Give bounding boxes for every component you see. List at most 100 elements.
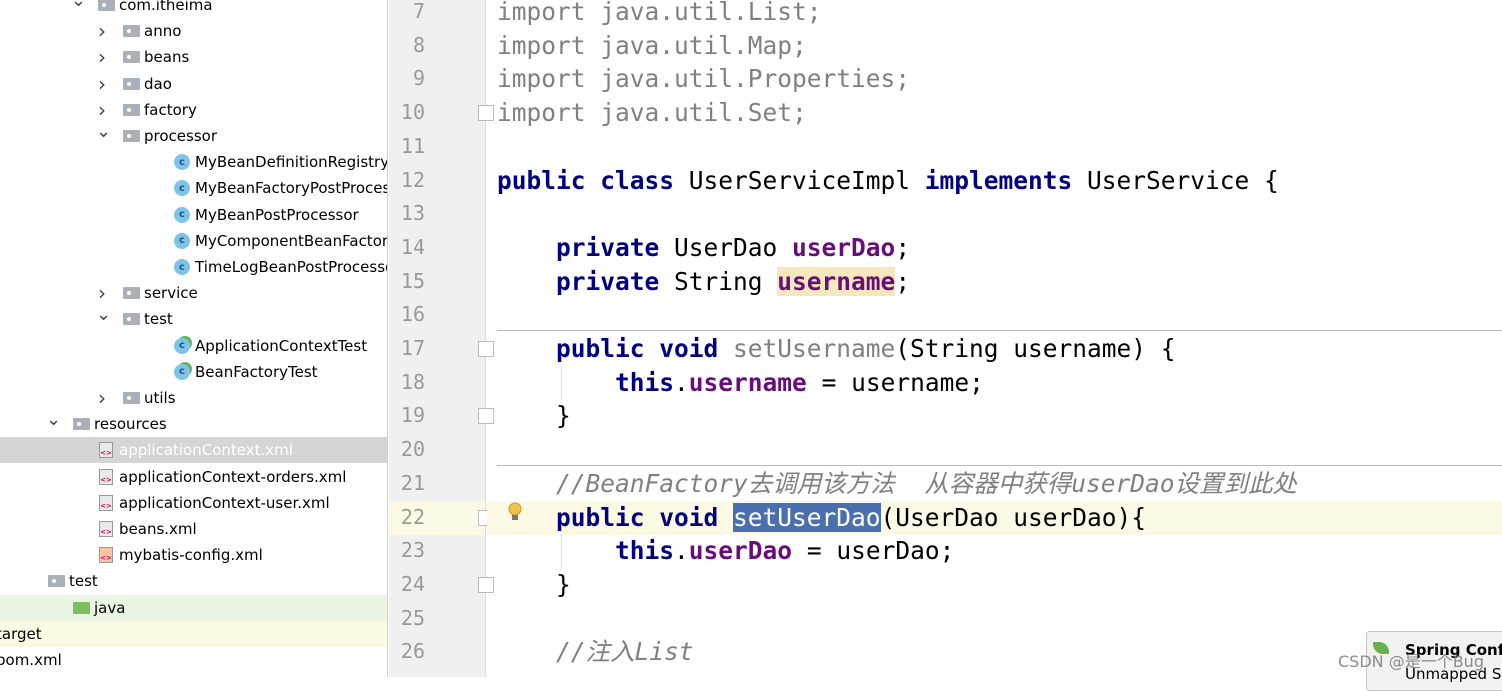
tree-item[interactable]: java [0, 594, 387, 621]
tree-item[interactable]: ⌄ com.itheima [0, 0, 387, 18]
tree-item[interactable]: c BeanFactoryTest [0, 359, 387, 385]
tree-item[interactable]: <> applicationContext-user.xml [0, 490, 387, 516]
code-line[interactable]: import java.util.List; [497, 0, 822, 29]
code-line[interactable]: //注入List [497, 635, 694, 669]
tree-item[interactable]: › beans [0, 44, 387, 70]
chevron-down-icon[interactable]: ⌄ [96, 304, 111, 325]
chevron-right-icon[interactable]: › [96, 45, 108, 69]
tree-item[interactable]: <> beans.xml [0, 516, 387, 542]
code-line[interactable]: } [497, 399, 571, 433]
tree-item[interactable]: ⌄ resources [0, 409, 387, 437]
tree-item[interactable]: cMyComponentBeanFactoryPostProcessor [0, 228, 387, 254]
code-line[interactable]: import java.util.Map; [497, 29, 807, 63]
tree-item[interactable]: <> applicationContext-orders.xml [0, 464, 387, 490]
tree-item-label: processor [144, 127, 217, 145]
lightbulb-icon[interactable] [508, 502, 522, 522]
test-class-icon: c [173, 363, 191, 380]
code-line[interactable]: } [497, 568, 571, 602]
code-token: . [674, 367, 689, 397]
tree-item-label: applicationContext.xml [119, 441, 293, 460]
code-token: (String username) { [895, 334, 1176, 363]
chevron-right-icon[interactable]: › [96, 386, 108, 410]
line-number: 13 [400, 201, 425, 226]
code-token: public void [556, 502, 734, 532]
code-token: = userDao; [792, 536, 955, 566]
tree-item[interactable]: ⌄ test [0, 304, 387, 332]
code-line[interactable]: public class UserServiceImpl implements … [497, 164, 1279, 198]
tree-item[interactable]: <> mybatis-config.xml [0, 542, 387, 568]
code-editor[interactable]: import java.util.List; import java.util.M… [487, 0, 1502, 677]
code-line[interactable]: private String username; [497, 265, 910, 299]
code-token: import [497, 98, 601, 128]
code-line[interactable]: //BeanFactory去调用该方法 从容器中获得userDao设置到此处 [497, 467, 1297, 501]
tree-item[interactable]: › anno [0, 18, 387, 44]
line-number: 7 [412, 0, 425, 23]
code-token: public class [497, 165, 689, 195]
project-tree[interactable]: ⌄ com.itheima › anno › beans › dao › factory ⌄ proc… [0, 0, 388, 677]
tree-item[interactable]: › factory [0, 97, 387, 123]
tree-item[interactable]: c MyBeanPostProcessor [0, 202, 387, 228]
tree-item-label: java [94, 598, 126, 617]
code-token: java.util.Map; [600, 30, 807, 60]
tree-item[interactable]: <> applicationContext.xml [0, 437, 387, 464]
tree-item-label: com.itheima [119, 0, 213, 14]
tree-item-label: service [144, 284, 198, 303]
tree-item[interactable]: ⌄ processor [0, 121, 387, 149]
tree-item[interactable]: › service [0, 280, 387, 306]
code-line[interactable]: public void setUsername(String username)… [497, 332, 1176, 366]
code-token: ; [895, 232, 911, 262]
tree-item[interactable]: c ApplicationContextTest [0, 333, 387, 359]
code-token: implements [924, 165, 1088, 195]
code-token: (UserDao userDao){ [880, 502, 1147, 532]
tree-item[interactable]: cMyBeanDefinitionRegistryPostProcessor [0, 149, 387, 175]
folder-icon [122, 129, 140, 143]
chevron-right-icon[interactable]: › [96, 281, 108, 305]
chevron-right-icon[interactable]: › [96, 98, 108, 122]
tree-item[interactable]: c TimeLogBeanPostProcessor [0, 254, 388, 280]
code-token: UserDao [674, 232, 793, 262]
chevron-right-icon[interactable]: › [96, 19, 108, 43]
code-line[interactable]: public void setUserDao(UserDao userDao){ [497, 501, 1146, 535]
tree-item-label: test [69, 572, 98, 591]
chevron-right-icon[interactable]: › [96, 72, 108, 96]
tree-item-label: anno [144, 22, 182, 41]
tree-item[interactable]: › dao [0, 71, 387, 97]
code-token: ; [895, 266, 911, 296]
xml-file-icon: <> [97, 468, 115, 485]
line-number: 19 [400, 403, 425, 428]
tree-item-label: applicationContext-orders.xml [119, 467, 347, 486]
code-line[interactable]: this.userDao = userDao; [497, 534, 954, 568]
tree-item[interactable]: test [0, 568, 387, 594]
indent-guide [561, 365, 562, 400]
chevron-down-icon[interactable]: ⌄ [71, 0, 86, 11]
chevron-down-icon[interactable]: ⌄ [96, 121, 111, 142]
code-token: username [688, 367, 807, 397]
code-token: private [556, 266, 675, 296]
folder-icon [122, 391, 140, 405]
chevron-down-icon[interactable]: ⌄ [46, 409, 61, 430]
tree-item[interactable]: cMyBeanFactoryPostProcessor [0, 175, 387, 201]
editor-gutter: 7 8 9 10 11 12 13 14 15 16 17 18 19 20 21 22 23 24 25 26 [389, 0, 494, 677]
xml-file-icon: <> [97, 442, 115, 459]
code-token: this [615, 367, 675, 397]
tree-item[interactable]: target [0, 620, 387, 647]
folder-icon [122, 50, 140, 64]
code-line[interactable]: this.username = username; [497, 366, 984, 400]
tree-item[interactable]: pom.xml [0, 647, 387, 673]
code-line[interactable]: import java.util.Properties; [497, 62, 910, 96]
line-number: 8 [412, 32, 425, 57]
tree-item-label: resources [94, 415, 167, 434]
test-class-icon: c [173, 337, 191, 354]
tree-item[interactable]: › utils [0, 385, 387, 411]
line-number: 21 [400, 470, 425, 495]
code-line[interactable]: import java.util.Set; [497, 96, 807, 130]
tree-item-label: utils [144, 389, 176, 407]
code-line[interactable]: private UserDao userDao; [497, 231, 910, 265]
xml-file-icon: <> [97, 521, 115, 537]
tree-item-label: TimeLogBeanPostProcessor [195, 258, 388, 276]
tree-item-label: dao [144, 74, 172, 93]
